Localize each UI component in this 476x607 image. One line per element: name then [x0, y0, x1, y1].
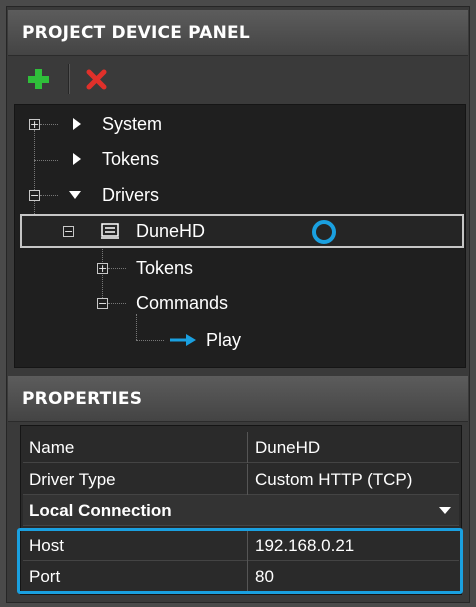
expand-system-toggle[interactable]: + — [29, 119, 40, 130]
tree-item-tokens[interactable]: Tokens — [102, 144, 159, 174]
selected-tree-row[interactable] — [20, 214, 464, 248]
device-panel-toolbar — [14, 58, 464, 104]
collapsed-arrow-icon — [73, 118, 81, 130]
tree-item-drivers[interactable]: Drivers — [102, 180, 159, 210]
tree-line — [40, 195, 58, 196]
chevron-down-icon[interactable] — [439, 507, 451, 515]
expand-tokens-toggle[interactable]: + — [97, 263, 108, 274]
add-button[interactable] — [24, 64, 54, 94]
properties-title: PROPERTIES — [22, 389, 143, 409]
cursor-highlight-ring — [312, 220, 336, 244]
right-arrow-icon — [170, 334, 196, 346]
collapse-drivers-toggle[interactable]: − — [29, 190, 40, 201]
device-panel-title: PROJECT DEVICE PANEL — [22, 23, 250, 43]
column-divider — [247, 432, 248, 463]
table-row[interactable]: Driver Type Custom HTTP (TCP) — [23, 464, 459, 495]
delete-button[interactable] — [82, 64, 112, 94]
tree-line — [108, 303, 126, 304]
tree-item-play[interactable]: Play — [206, 325, 241, 355]
tree-item-device-tokens[interactable]: Tokens — [136, 253, 193, 283]
plus-icon — [28, 69, 49, 89]
collapsed-arrow-icon — [73, 153, 81, 165]
tree-line — [108, 268, 126, 269]
tree-line — [102, 246, 103, 304]
property-value: DuneHD — [255, 438, 321, 457]
property-name: Name — [29, 438, 75, 457]
collapse-dunehd-toggle[interactable]: − — [63, 226, 74, 237]
tree-line — [34, 160, 58, 161]
x-icon — [86, 69, 107, 90]
properties-header: PROPERTIES — [8, 376, 468, 422]
connection-highlight-box — [17, 528, 463, 594]
group-row-local-connection[interactable]: Local Connection — [23, 495, 459, 526]
expanded-arrow-icon — [69, 191, 81, 199]
collapse-commands-toggle[interactable]: − — [97, 298, 108, 309]
table-row[interactable]: Name DuneHD — [23, 432, 459, 463]
group-label: Local Connection — [29, 501, 172, 520]
toolbar-separator — [68, 64, 70, 94]
device-icon — [101, 223, 119, 239]
column-divider — [247, 464, 248, 495]
tree-item-commands[interactable]: Commands — [136, 288, 228, 318]
tree-line — [136, 340, 164, 341]
property-value: Custom HTTP (TCP) — [255, 470, 413, 489]
tree-item-system[interactable]: System — [102, 109, 162, 139]
device-panel-header: PROJECT DEVICE PANEL — [8, 10, 468, 56]
tree-item-dunehd[interactable]: DuneHD — [136, 216, 205, 246]
property-name: Driver Type — [29, 470, 116, 489]
tree-line — [40, 124, 58, 125]
